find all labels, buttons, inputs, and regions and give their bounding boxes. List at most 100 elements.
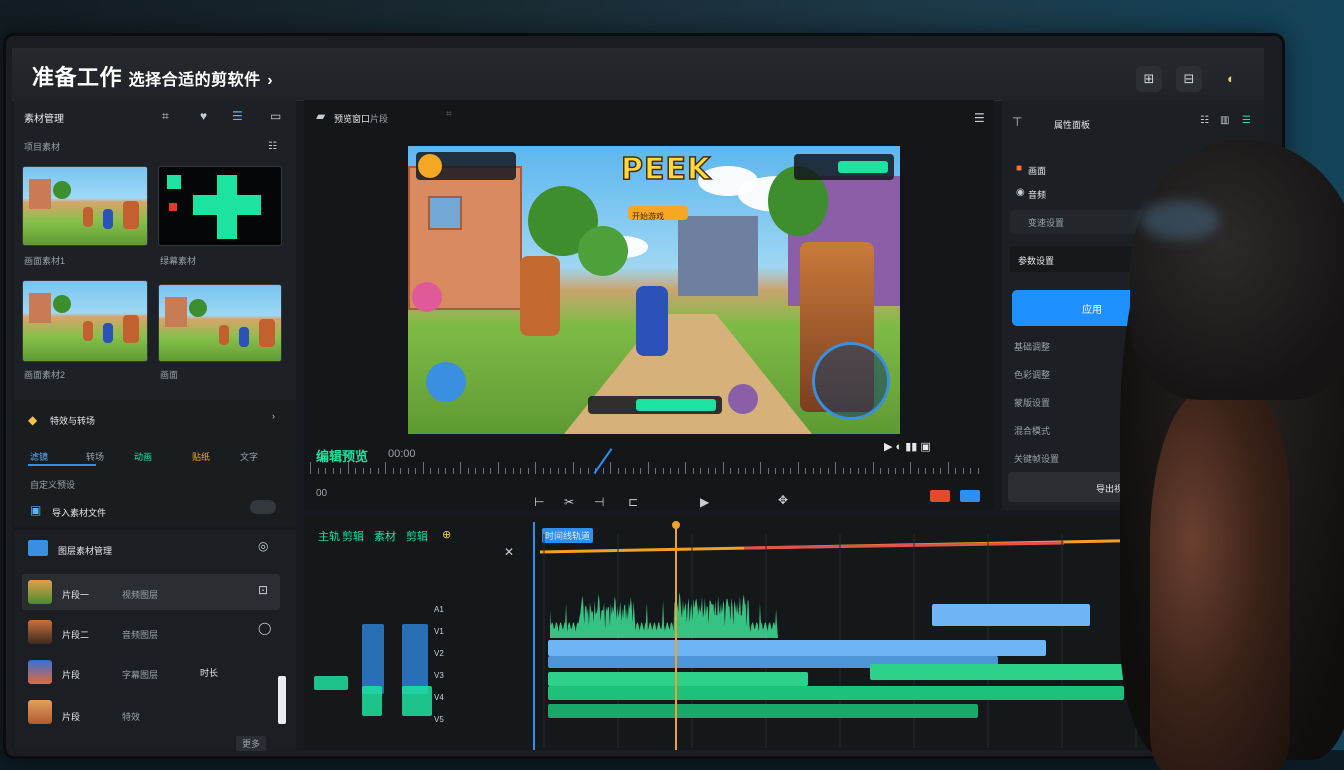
scrubber-tick [385,462,386,474]
play-icon[interactable]: ▶ [700,496,709,508]
scrubber-tick [955,468,956,474]
scrubber-tick [737,468,739,474]
track-header-block [362,686,382,716]
scrubber-tick [940,468,941,474]
layer-badge[interactable]: 时长 [200,666,218,679]
inspector-row[interactable]: 画面 [1028,164,1046,177]
arrow-icon: › [267,72,274,89]
cut-icon[interactable]: ✂ [564,496,574,508]
scrubber-tick [460,462,461,474]
inspector-row[interactable]: 音频 [1028,188,1046,201]
media-thumb-label: 绿幕素材 [160,256,197,266]
track-header-block [314,676,348,690]
profile-icon[interactable]: ◐ [1218,66,1244,92]
list-icon[interactable]: ☰ [232,110,243,122]
view-toggle-icon[interactable]: ☷ [268,142,277,152]
option-item[interactable]: 基础调整 [1014,340,1050,353]
transform-icon[interactable]: ✥ [778,494,788,506]
layout-icon[interactable]: ▥ [1220,116,1229,126]
tab-text[interactable]: 文字 [240,450,258,463]
list-icon[interactable]: ☰ [1242,116,1251,126]
layer-badge[interactable]: ◯ [258,622,271,634]
option-item[interactable]: 混合模式 [1014,424,1050,437]
speed-label: 变速设置 [1028,218,1065,228]
import-label[interactable]: 导入素材文件 [52,506,106,519]
timeline-canvas[interactable]: A1 V1 V2 V3 V4 V5 [304,516,1166,750]
heart-icon[interactable]: ♥ [200,110,207,122]
track-header-block [362,624,384,694]
scrubber-tick [902,468,904,474]
scrubber-tick [775,468,776,474]
layer-badge[interactable]: ⊡ [258,584,268,596]
scrubber-tick [557,468,559,474]
tab-filter[interactable]: 滤镜 [30,450,48,463]
grid-icon[interactable]: ⌗ [162,110,169,122]
scrubber-tick [880,468,881,474]
option-item[interactable]: 色彩调整 [1014,368,1050,381]
layer-name[interactable]: 片段二 [62,628,89,641]
import-icon[interactable]: ▣ [30,504,41,516]
video-preview[interactable]: PEEK 开始游戏 [408,146,900,434]
option-item[interactable]: 关键帧设置 [1014,452,1059,465]
scrubber-tick [662,468,664,474]
window-subtitle: 选择合适的剪软件 [128,72,261,89]
chevron-icon[interactable]: › [272,412,275,421]
playback-controls[interactable]: ▶ ◐ ▮▮ ▣ [884,440,931,453]
person-silhouette [1120,140,1344,770]
folder-icon[interactable]: ▭ [270,110,281,122]
scrubber-tick [587,468,589,474]
audio-clip [548,704,978,718]
tab-animation[interactable]: 动画 [134,450,152,463]
layer-thumb [28,580,52,604]
scrubber-tick [572,462,574,474]
scrubber-tick [310,462,311,474]
layer-name[interactable]: 片段 [62,710,80,723]
audio-clip [870,664,1124,680]
scrubber-tick [730,468,731,474]
mark-out-icon[interactable]: ⊏ [628,496,638,508]
grid-icon[interactable]: ⌗ [446,110,452,120]
audio-clip [548,672,808,686]
media-thumb[interactable] [22,280,148,362]
scrubber-tick [632,468,634,474]
green-screen-thumb[interactable] [158,166,282,246]
align-icon[interactable]: ☷ [1200,116,1209,126]
media-thumb[interactable] [22,166,148,246]
option-item[interactable]: 蒙版设置 [1014,396,1050,409]
panel-button[interactable]: ⊟ [1176,66,1202,92]
preview-scrubber[interactable] [310,448,990,482]
scrubber-tick [685,462,686,474]
mark-in-icon[interactable]: ⊣ [594,496,604,508]
settings-icon[interactable]: ◎ [258,540,268,552]
scrollbar[interactable] [278,676,286,724]
tab-sticker[interactable]: 贴纸 [192,450,210,463]
scrubber-tick [670,468,671,474]
scrubber-tick [947,462,949,474]
scrubber-tick [782,468,784,474]
layer-thumb [28,700,52,724]
scrubber-tick [707,468,709,474]
scrubber-tick [430,468,431,474]
image-icon: ■ [1016,163,1023,174]
more-button[interactable]: 更多 [236,736,267,751]
scrubber-tick [535,462,536,474]
record-button[interactable] [930,490,950,502]
menu-icon[interactable]: ☰ [974,112,985,124]
media-thumb[interactable] [158,284,282,362]
pin-icon[interactable]: ⊤ [1012,116,1022,128]
scrubber-tick [872,462,874,474]
prev-frame-icon[interactable]: ⊢ [534,496,544,508]
scrubber-tick [700,468,701,474]
scrubber-tick [512,468,514,474]
scrubber-tick [377,468,379,474]
fullscreen-button[interactable] [960,490,980,502]
scrubber-tick [917,468,919,474]
video-clip [932,604,1090,626]
import-toggle[interactable] [250,500,276,514]
media-thumb-label: 画面素材1 [24,256,66,266]
layer-name[interactable]: 片段 [62,668,80,681]
layout-button[interactable]: ⊞ [1136,66,1162,92]
preview-header: 预览窗口 [334,114,371,124]
game-action-button [812,342,890,420]
tab-transition[interactable]: 转场 [86,450,104,463]
